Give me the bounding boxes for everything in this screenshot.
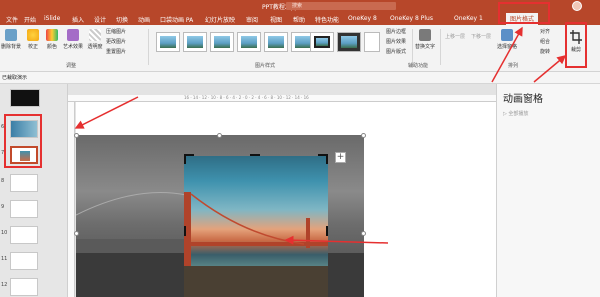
quick-toolbar: 已裁取演示 (0, 72, 600, 84)
divider (440, 29, 441, 65)
divider (148, 29, 149, 65)
slide-thumbnail[interactable] (10, 278, 38, 296)
toolbar-label: 已裁取演示 (2, 75, 28, 81)
crop-button[interactable]: 裁剪 (568, 30, 584, 53)
tab-slideshow[interactable]: 幻灯片放映 (205, 15, 235, 24)
send-backward-button[interactable]: 下移一层 (470, 33, 492, 40)
alt-text-button[interactable]: 替换文字 (414, 29, 436, 50)
picture-format-highlight (498, 2, 550, 24)
crop-handle[interactable] (326, 226, 328, 236)
picture-effects-button[interactable]: 图片效果 (386, 38, 406, 45)
resize-handle[interactable] (74, 133, 79, 138)
style-thumbnail[interactable] (183, 32, 207, 52)
remove-background-button[interactable]: 删除背景 (1, 29, 21, 50)
tab-onekey8[interactable]: OneKey 8 (348, 15, 377, 22)
bridge-color-image (184, 192, 328, 297)
tab-design[interactable]: 设计 (94, 15, 106, 24)
slide-number: 11 (1, 256, 8, 262)
tab-animations[interactable]: 动画 (138, 15, 150, 24)
slide-number: 12 (1, 282, 8, 288)
tab-onekey1[interactable]: OneKey 1 (454, 15, 483, 22)
resize-handle[interactable] (361, 231, 366, 236)
sun-icon (27, 29, 39, 41)
group-button[interactable]: 组合 (540, 38, 550, 45)
layout-options-icon[interactable]: + (335, 152, 346, 163)
accessibility-group-label: 辅助功能 (408, 63, 429, 69)
artistic-effects-button[interactable]: 艺术效果 (62, 29, 84, 50)
style-thumbnail[interactable] (210, 32, 234, 52)
resize-handle[interactable] (217, 133, 222, 138)
alt-text-icon (419, 29, 431, 41)
resize-handle[interactable] (74, 231, 79, 236)
selection-pane-icon (501, 29, 513, 41)
crop-handle[interactable] (184, 226, 186, 236)
reset-picture-button[interactable]: 重置图片 (106, 48, 126, 55)
tab-insert[interactable]: 插入 (72, 15, 84, 24)
tab-home[interactable]: 开始 (24, 15, 36, 24)
crop-handle[interactable] (250, 154, 260, 156)
style-thumbnail[interactable] (156, 32, 180, 52)
tab-view[interactable]: 视图 (270, 15, 282, 24)
picture-styles-gallery[interactable] (152, 30, 384, 58)
animation-pane-title: 动画窗格 (503, 94, 543, 105)
crop-handle[interactable] (326, 154, 328, 164)
slide-thumbnail[interactable] (10, 252, 38, 270)
tab-review[interactable]: 审阅 (246, 15, 258, 24)
slide-thumbnail[interactable] (10, 89, 40, 107)
rotate-button[interactable]: 旋转 (540, 48, 550, 55)
divider (412, 29, 413, 65)
gallery-more-button[interactable] (364, 32, 380, 52)
style-thumbnail[interactable] (337, 32, 361, 52)
artistic-effects-icon (67, 29, 79, 41)
adjust-group-label: 调整 (66, 63, 77, 69)
tab-onekey8-plus[interactable]: OneKey 8 Plus (390, 15, 433, 22)
transparency-icon (89, 29, 101, 41)
thumbnail-highlight (4, 114, 42, 168)
horizontal-ruler: 16 · 14 · 12 · 10 · 8 · 6 · 4 · 2 · 0 · … (68, 95, 496, 102)
search-box[interactable]: 搜索 (286, 2, 396, 10)
tab-featured[interactable]: 特色功能 (315, 15, 339, 24)
tab-file[interactable]: 文件 (6, 15, 18, 24)
color-icon (46, 29, 58, 41)
arrange-group-label: 排列 (508, 63, 519, 69)
style-thumbnail[interactable] (264, 32, 288, 52)
change-picture-button[interactable]: 更改图片 (106, 38, 126, 45)
corrections-button[interactable]: 校正 (24, 29, 42, 50)
compress-pictures-button[interactable]: 压缩图片 (106, 28, 126, 35)
color-button[interactable]: 颜色 (44, 29, 60, 50)
crop-region-image[interactable] (184, 156, 328, 297)
slide-thumbnail[interactable] (10, 200, 38, 218)
style-thumbnail[interactable] (237, 32, 261, 52)
vertical-ruler (68, 102, 75, 297)
crop-icon (570, 30, 582, 44)
animation-pane: 动画窗格 ▷ 全部播放 (496, 84, 600, 297)
tab-islide[interactable]: iSlide (44, 15, 60, 22)
slide-thumbnail[interactable] (10, 226, 38, 244)
picture-border-button[interactable]: 图片边框 (386, 28, 406, 35)
ribbon: 删除背景 校正 颜色 艺术效果 透明度 压缩图片 更改图片 重置图片 调整 图片… (0, 25, 600, 72)
style-thumbnail[interactable] (310, 32, 334, 52)
tab-pocket-animation[interactable]: 口袋动画 PA (160, 15, 193, 24)
remove-background-icon (5, 29, 17, 41)
tab-transitions[interactable]: 切换 (116, 15, 128, 24)
crop-handle[interactable] (184, 154, 186, 164)
slide-number: 9 (1, 204, 5, 210)
slide-number: 8 (1, 178, 5, 184)
avatar[interactable] (572, 1, 582, 11)
bring-forward-button[interactable]: 上移一层 (444, 33, 466, 40)
picture-layout-button[interactable]: 图片版式 (386, 48, 406, 55)
transparency-button[interactable]: 透明度 (86, 29, 104, 50)
styles-group-label: 图片样式 (255, 63, 276, 69)
tab-help[interactable]: 帮助 (293, 15, 305, 24)
slide-number: 10 (1, 230, 8, 236)
align-button[interactable]: 对齐 (540, 28, 550, 35)
resize-handle[interactable] (361, 133, 366, 138)
play-all-button[interactable]: ▷ 全部播放 (503, 110, 528, 117)
search-placeholder: 搜索 (292, 3, 303, 9)
selection-pane-button[interactable]: 选择窗格 (496, 29, 518, 50)
slide-thumbnail[interactable] (10, 174, 38, 192)
